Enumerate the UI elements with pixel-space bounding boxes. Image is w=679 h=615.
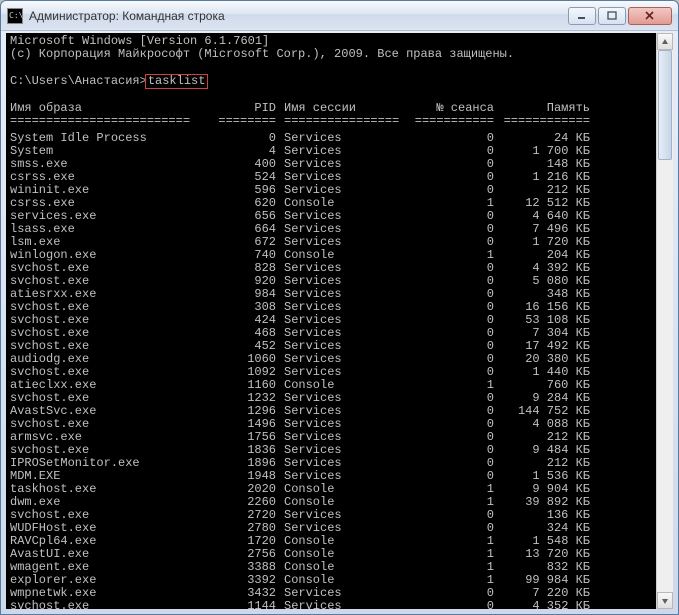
proc-snum: 0	[406, 522, 494, 535]
table-row: svchost.exe1144Services04 352 КБ	[10, 600, 652, 609]
proc-snum: 0	[406, 145, 494, 158]
proc-snum: 0	[406, 444, 494, 457]
proc-snum: 0	[406, 470, 494, 483]
proc-snum: 0	[406, 171, 494, 184]
scroll-down-button[interactable]	[657, 592, 673, 609]
cmd-icon: C:\	[7, 8, 23, 24]
command-text: tasklist	[148, 74, 206, 88]
chevron-up-icon	[661, 38, 669, 46]
vertical-scrollbar[interactable]	[656, 33, 673, 609]
proc-snum: 0	[406, 314, 494, 327]
proc-pid: 0	[212, 132, 276, 145]
proc-snum: 1	[406, 249, 494, 262]
proc-snum: 0	[406, 587, 494, 600]
console-output[interactable]: Microsoft Windows [Version 6.1.7601] (c)…	[6, 33, 656, 609]
minimize-icon	[577, 11, 587, 21]
command-highlight: tasklist	[145, 74, 209, 89]
proc-snum: 0	[406, 405, 494, 418]
proc-mem: 4 352 КБ	[494, 600, 590, 609]
proc-snum: 0	[406, 431, 494, 444]
chevron-down-icon	[661, 597, 669, 605]
proc-snum: 0	[406, 223, 494, 236]
proc-snum: 0	[406, 132, 494, 145]
close-button[interactable]	[628, 7, 672, 25]
proc-snum: 0	[406, 262, 494, 275]
proc-snum: 1	[406, 197, 494, 210]
table-separator: ========================================…	[10, 115, 652, 132]
header-snum: № сеанса	[406, 102, 494, 115]
cmd-window: C:\ Администратор: Командная строка Micr…	[0, 0, 679, 615]
process-list: System Idle Process0Services024 КБSystem…	[10, 132, 652, 609]
proc-snum: 0	[406, 509, 494, 522]
header-name: Имя образа	[10, 102, 212, 115]
proc-session: Services	[276, 600, 406, 609]
prompt-prefix: C:\Users\Анастасия>	[10, 74, 147, 88]
proc-snum: 1	[406, 574, 494, 587]
console-area: Microsoft Windows [Version 6.1.7601] (c)…	[6, 33, 673, 609]
minimize-button[interactable]	[568, 7, 596, 25]
proc-name: svchost.exe	[10, 600, 212, 609]
scroll-up-button[interactable]	[657, 33, 673, 50]
proc-snum: 0	[406, 327, 494, 340]
proc-snum: 0	[406, 353, 494, 366]
proc-snum: 1	[406, 535, 494, 548]
copyright-line: (c) Корпорация Майкрософт (Microsoft Cor…	[10, 47, 514, 61]
header-mem: Память	[494, 102, 590, 115]
header-session: Имя сессии	[276, 102, 406, 115]
close-icon	[645, 11, 655, 21]
proc-pid: 1144	[212, 600, 276, 609]
proc-snum: 0	[406, 392, 494, 405]
proc-snum: 1	[406, 379, 494, 392]
titlebar[interactable]: C:\ Администратор: Командная строка	[1, 1, 678, 31]
proc-snum: 1	[406, 496, 494, 509]
proc-snum: 0	[406, 158, 494, 171]
proc-snum: 0	[406, 366, 494, 379]
proc-snum: 0	[406, 600, 494, 609]
proc-snum: 0	[406, 236, 494, 249]
proc-snum: 0	[406, 340, 494, 353]
proc-snum: 0	[406, 275, 494, 288]
proc-snum: 0	[406, 184, 494, 197]
proc-snum: 0	[406, 457, 494, 470]
proc-snum: 1	[406, 483, 494, 496]
window-controls	[568, 7, 672, 25]
proc-snum: 0	[406, 210, 494, 223]
proc-snum: 0	[406, 418, 494, 431]
proc-snum: 0	[406, 301, 494, 314]
proc-snum: 1	[406, 561, 494, 574]
header-pid: PID	[212, 102, 276, 115]
scroll-thumb[interactable]	[658, 50, 672, 160]
window-title: Администратор: Командная строка	[29, 9, 568, 23]
scroll-track[interactable]	[657, 50, 673, 592]
maximize-icon	[607, 11, 617, 21]
maximize-button[interactable]	[598, 7, 626, 25]
table-header: Имя образаPIDИмя сессии№ сеансаПамять	[10, 102, 652, 115]
version-line: Microsoft Windows [Version 6.1.7601]	[10, 34, 269, 48]
proc-snum: 0	[406, 288, 494, 301]
proc-snum: 1	[406, 548, 494, 561]
